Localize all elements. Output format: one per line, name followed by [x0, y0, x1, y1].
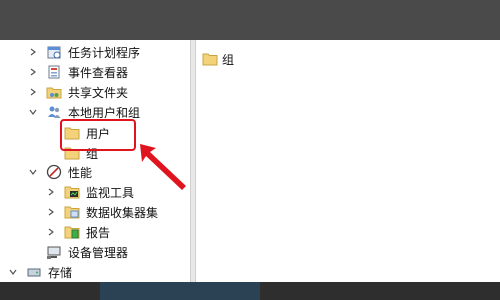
tree-item-storage[interactable]: 存储: [8, 262, 72, 282]
tree-item-label: 共享文件夹: [68, 85, 129, 100]
tree-item-label: 监视工具: [86, 185, 135, 200]
chevron-right-icon[interactable]: [28, 87, 38, 97]
chevron-right-icon[interactable]: [46, 207, 56, 217]
chevron-right-icon[interactable]: [28, 67, 38, 77]
tree-item-label: 数据收集器集: [86, 205, 159, 220]
chevron-down-icon[interactable]: [28, 107, 38, 117]
tree-item-monitor-tools[interactable]: 监视工具: [46, 182, 134, 202]
event-viewer-icon: [46, 64, 62, 80]
tree-item-device-manager[interactable]: 设备管理器: [46, 242, 128, 262]
monitor-tools-icon: [64, 184, 80, 200]
chevron-down-icon[interactable]: [8, 267, 18, 277]
local-users-groups-icon: [46, 104, 62, 120]
storage-icon: [26, 264, 42, 280]
data-collector-icon: [64, 204, 80, 220]
chevron-right-icon[interactable]: [46, 187, 56, 197]
tree-item-label: 设备管理器: [68, 245, 129, 260]
tree-item-label: 任务计划程序: [68, 45, 141, 60]
navigation-tree: 任务计划程序 事件查看器 共享文件夹 本地用户和组 用户 组 性能 监视工具 数…: [0, 40, 190, 282]
tree-item-shared-folders[interactable]: 共享文件夹: [28, 82, 128, 102]
shared-folders-icon: [46, 84, 62, 100]
chevron-down-icon[interactable]: [28, 167, 38, 177]
tree-item-reports[interactable]: 报告: [46, 222, 110, 242]
background-bottom: [0, 282, 500, 300]
tree-item-task-scheduler[interactable]: 任务计划程序: [28, 42, 140, 62]
tree-item-event-viewer[interactable]: 事件查看器: [28, 62, 128, 82]
task-scheduler-icon: [46, 44, 62, 60]
tree-item-label: 性能: [68, 165, 93, 180]
reports-icon: [64, 224, 80, 240]
tree-item-performance[interactable]: 性能: [28, 162, 92, 182]
highlight-box: [60, 119, 136, 151]
list-item-label: 组: [222, 52, 235, 67]
tree-item-label: 存储: [48, 265, 73, 280]
folder-icon: [202, 51, 218, 67]
list-item-groups[interactable]: 组: [202, 50, 234, 68]
tree-item-label: 本地用户和组: [68, 105, 141, 120]
performance-icon: [46, 164, 62, 180]
computer-management-window: 任务计划程序 事件查看器 共享文件夹 本地用户和组 用户 组 性能 监视工具 数…: [0, 40, 500, 282]
tree-item-data-collector-sets[interactable]: 数据收集器集: [46, 202, 158, 222]
tree-item-label: 报告: [86, 225, 111, 240]
details-pane: 组: [196, 40, 500, 282]
tree-item-label: 事件查看器: [68, 65, 129, 80]
annotation-arrow: [140, 144, 186, 190]
chevron-right-icon[interactable]: [46, 227, 56, 237]
device-manager-icon: [46, 244, 62, 260]
chevron-right-icon[interactable]: [28, 47, 38, 57]
